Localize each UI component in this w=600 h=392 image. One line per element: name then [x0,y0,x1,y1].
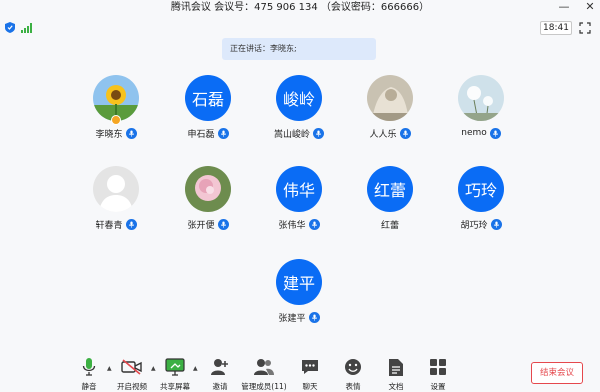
dandelion-avatar-icon [458,75,504,121]
video-button[interactable]: 开启视频 [109,352,155,392]
participant-tile[interactable]: 建平 张建平 [254,259,344,329]
settings-button[interactable]: 设置 [415,352,461,392]
participant-tile[interactable]: 石磊 申石磊 [163,75,253,145]
participant-name: 张建平 [278,313,306,324]
minimize-icon[interactable]: — [558,0,570,16]
participant-name-row: 人人乐 [345,126,435,140]
avatar: 石磊 [185,75,231,121]
participant-name: 李晓东 [95,129,123,140]
microphone-icon [399,127,411,139]
microphone-icon [489,127,501,139]
host-badge-icon [111,115,121,125]
participant-name-row: nemo [436,126,526,140]
participant-name-row: 李晓东 [71,126,161,140]
sculpture-avatar-icon [367,75,413,121]
avatar: 建平 [276,259,322,305]
avatar [185,166,231,212]
peony-avatar-icon [185,166,231,212]
docs-button[interactable]: 文档 [373,352,419,392]
participant-name: nemo [461,128,487,138]
meeting-title: 腾讯会议 会议号：475 906 134 （会议密码：666666） [170,2,430,13]
video-label: 开启视频 [117,382,147,391]
screen-share-icon [164,356,186,378]
invite-label: 邀请 [212,382,228,391]
speaking-indicator: 正在讲话：李晓东; [222,38,376,60]
participant-tile[interactable]: 伟华 张伟华 [254,166,344,236]
grid-settings-icon [427,356,449,378]
avatar [93,166,139,212]
participant-name-row: 申石磊 [163,126,253,140]
close-icon[interactable]: ✕ [584,0,596,16]
participant-name-row: 张开便 [163,217,253,231]
participant-name-row: 张建平 [254,310,344,324]
avatar [367,75,413,121]
default-person-avatar-icon [93,166,139,212]
share-screen-button[interactable]: 共享屏幕 [152,352,198,392]
participant-name-row: 红蕾 [345,217,435,231]
microphone-icon [308,218,320,230]
participant-name-row: 张伟华 [254,217,344,231]
participant-tile[interactable]: 人人乐 [345,75,435,145]
participant-name: 轩春青 [95,220,123,231]
document-icon [385,356,407,378]
participant-name-row: 胡巧玲 [436,217,526,231]
participant-name: 张开便 [187,220,215,231]
microphone-icon [217,218,229,230]
microphone-icon [313,127,324,139]
microphone-icon [125,218,137,230]
fullscreen-icon[interactable] [579,22,591,34]
participant-name: 张伟华 [278,220,306,231]
microphone-icon [490,218,502,230]
docs-label: 文档 [388,382,404,391]
avatar: 巧玲 [458,166,504,212]
participant-tile[interactable]: 红蕾 红蕾 [345,166,435,236]
microphone-icon [78,356,100,378]
participant-tile[interactable]: nemo [436,75,526,145]
microphone-icon [217,127,229,139]
emoji-label: 表情 [345,382,361,391]
share-screen-label: 共享屏幕 [160,382,190,391]
participant-tile[interactable]: 峻岭 嵩山峻岭 [254,75,344,145]
shield-icon[interactable] [5,22,15,33]
participant-name: 嵩山峻岭 [273,129,310,140]
end-meeting-button[interactable]: 结束会议 [531,362,583,384]
participant-name: 申石磊 [187,129,215,140]
meeting-clock: 18:41 [540,21,572,35]
microphone-icon [125,127,137,139]
avatar: 伟华 [276,166,322,212]
chat-icon [299,356,321,378]
window-controls: — ✕ [558,0,596,16]
chat-button[interactable]: 聊天 [287,352,333,392]
manage-members-button[interactable]: 管理成员(11) [237,352,291,392]
title-bar: 腾讯会议 会议号：475 906 134 （会议密码：666666） — ✕ [0,0,600,16]
participant-tile[interactable]: 张开便 [163,166,253,236]
participant-tile[interactable]: 巧玲 胡巧玲 [436,166,526,236]
camera-off-icon [121,356,143,378]
participant-name: 红蕾 [380,220,399,231]
participant-tile[interactable]: 李晓东 [71,75,161,145]
avatar: 红蕾 [367,166,413,212]
members-icon [253,356,275,378]
mute-button[interactable]: 静音 [66,352,112,392]
network-signal-icon[interactable] [21,23,32,33]
emoji-button[interactable]: 表情 [330,352,376,392]
chat-label: 聊天 [302,382,318,391]
mute-label: 静音 [81,382,97,391]
meeting-toolbar: 静音 ▲ 开启视频 ▲ 共享屏幕 ▲ 邀请 管理成员(11) 聊天 表情 文档 … [0,352,600,392]
participant-name: 胡巧玲 [460,220,488,231]
participant-name-row: 轩春青 [71,217,161,231]
avatar: 峻岭 [276,75,322,121]
participant-name-row: 嵩山峻岭 [254,126,344,140]
participant-name: 人人乐 [369,129,397,140]
settings-label: 设置 [430,382,446,391]
avatar [458,75,504,121]
smiley-icon [342,356,364,378]
participant-tile[interactable]: 轩春青 [71,166,161,236]
manage-members-label: 管理成员(11) [241,382,287,391]
add-person-icon [209,356,231,378]
microphone-icon [308,311,320,323]
